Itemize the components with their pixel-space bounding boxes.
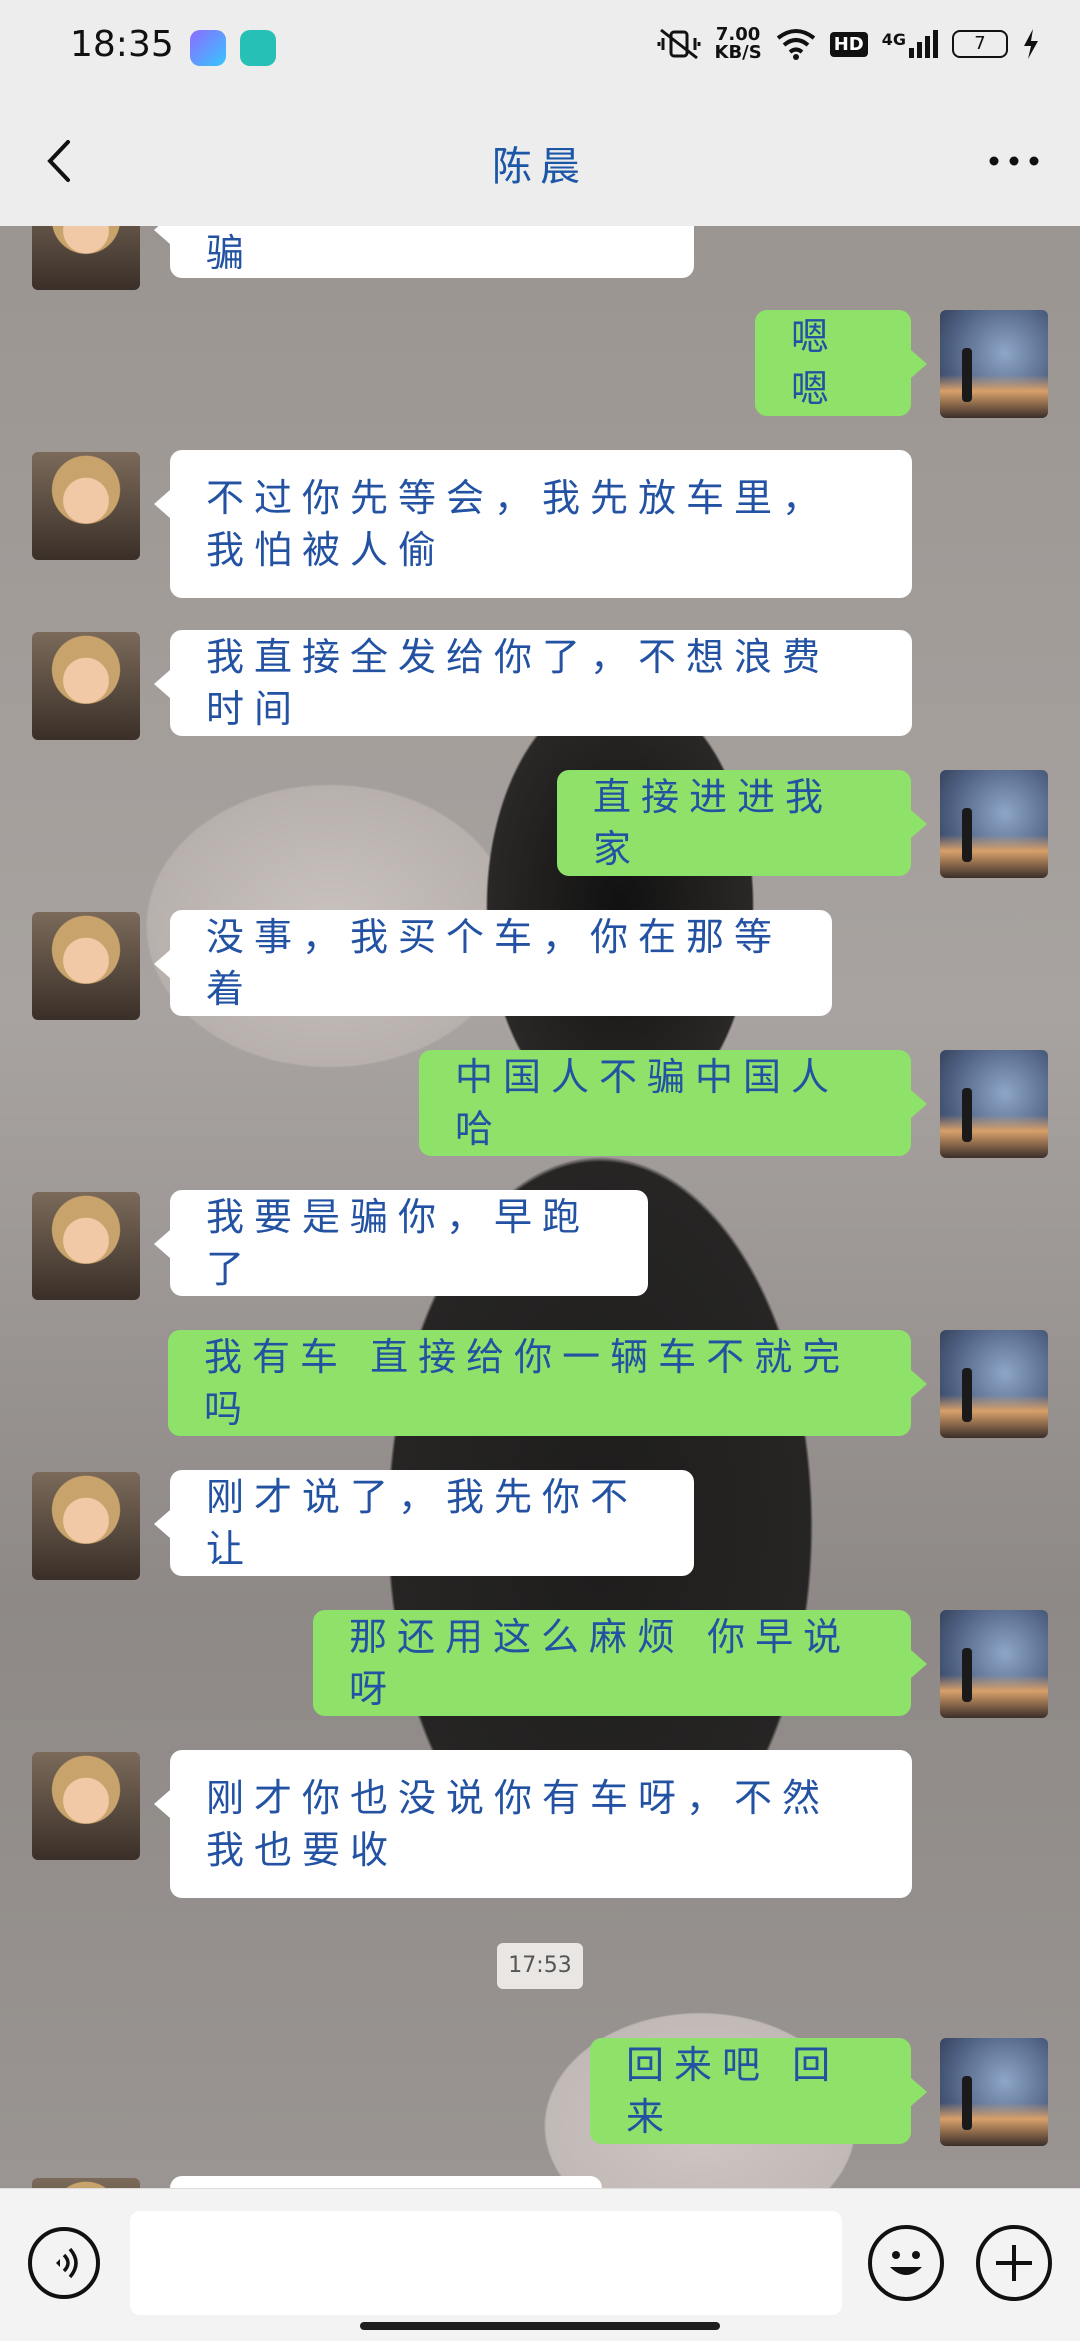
contact-avatar[interactable] xyxy=(32,1192,140,1300)
emoji-icon[interactable] xyxy=(868,2225,944,2301)
message-text: 那还用这么麻烦 你早说呀 xyxy=(349,1615,852,1711)
message-text: 刚才你也没说你有车呀，不然我也要收 xyxy=(206,1776,831,1872)
input-bar xyxy=(0,2188,1080,2341)
contact-avatar[interactable] xyxy=(32,912,140,1020)
home-indicator[interactable] xyxy=(360,2322,720,2330)
message-text: 大家都是中国人，不骗 xyxy=(206,231,255,275)
notification-chat-icon xyxy=(240,30,276,66)
message-bubble-incoming[interactable]: 没事，我买个车，你在那等着 xyxy=(154,910,832,1016)
message-text: 嗯嗯 xyxy=(791,315,840,411)
battery-indicator: 7 xyxy=(952,30,1008,58)
signal-label: 4G xyxy=(881,30,906,49)
message-bubble-incoming[interactable]: 不过你先等会，我先放车里，我怕被人偷 xyxy=(154,450,912,598)
timestamp-chip: 17:53 xyxy=(497,1943,583,1989)
message-bubble-incoming[interactable]: 刚才说了，我先你不让 xyxy=(154,1470,694,1576)
user-avatar[interactable] xyxy=(940,2038,1048,2146)
message-text: 我要是骗你，早跑了 xyxy=(206,1195,591,1291)
message-bubble-outgoing[interactable]: 那还用这么麻烦 你早说呀 xyxy=(313,1610,927,1716)
plus-icon[interactable] xyxy=(976,2225,1052,2301)
charging-icon xyxy=(1024,29,1038,59)
message-text: 不过你先等会，我先放车里，我怕被人偷 xyxy=(206,476,831,572)
message-bubble-incoming[interactable]: 大家都是中国人，不骗 xyxy=(154,226,694,278)
message-text: 没事，我买个车，你在那等着 xyxy=(206,915,783,1011)
user-avatar[interactable] xyxy=(940,1050,1048,1158)
status-right: 7.00 KB/S HD 4G 7 xyxy=(657,26,1041,62)
contact-avatar[interactable] xyxy=(32,1472,140,1580)
user-avatar[interactable] xyxy=(940,310,1048,418)
message-text: 我直接全发给你了，不想浪费时间 xyxy=(206,635,831,731)
message-bubble-incoming-partial[interactable] xyxy=(170,2176,602,2188)
contact-avatar[interactable] xyxy=(32,632,140,740)
vibrate-off-icon xyxy=(657,28,700,60)
net-speed: 7.00 KB/S xyxy=(715,26,762,62)
message-bubble-outgoing[interactable]: 我有车 直接给你一辆车不就完吗 xyxy=(168,1330,927,1436)
message-bubble-outgoing[interactable]: 直接进进我家 xyxy=(557,770,927,876)
user-avatar[interactable] xyxy=(940,1330,1048,1438)
message-bubble-outgoing[interactable]: 回来吧 回来 xyxy=(590,2038,927,2144)
user-avatar[interactable] xyxy=(940,1610,1048,1718)
wifi-icon xyxy=(776,29,815,60)
net-speed-unit: KB/S xyxy=(714,42,762,63)
contact-avatar[interactable] xyxy=(32,2178,140,2188)
message-bubble-incoming[interactable]: 刚才你也没说你有车呀，不然我也要收 xyxy=(154,1750,912,1898)
chat-area[interactable]: 大家都是中国人，不骗 嗯嗯 不过你先等会，我先放车里，我怕被人偷 我直接全发给你… xyxy=(0,226,1080,2188)
contact-avatar[interactable] xyxy=(32,452,140,560)
more-horizontal-icon[interactable] xyxy=(984,136,1044,186)
signal-indicator: 4G xyxy=(882,30,938,58)
message-text: 中国人不骗中国人哈 xyxy=(455,1055,840,1151)
voice-icon[interactable] xyxy=(28,2227,100,2299)
contact-avatar[interactable] xyxy=(32,1752,140,1860)
chat-title: 陈晨 xyxy=(492,144,588,190)
message-input[interactable] xyxy=(130,2211,842,2315)
message-bubble-outgoing[interactable]: 中国人不骗中国人哈 xyxy=(419,1050,927,1156)
message-bubble-incoming[interactable]: 我要是骗你，早跑了 xyxy=(154,1190,648,1296)
chat-header: 陈晨 xyxy=(0,96,1080,227)
message-bubble-outgoing[interactable]: 嗯嗯 xyxy=(755,310,927,416)
status-time: 18:35 xyxy=(70,24,174,65)
message-text: 直接进进我家 xyxy=(593,775,834,871)
hd-badge: HD xyxy=(829,31,868,57)
status-bar: 18:35 7.00 KB/S HD 4G 7 xyxy=(0,0,1080,96)
message-text: 刚才说了，我先你不让 xyxy=(206,1475,639,1571)
message-text: 我有车 直接给你一辆车不就完吗 xyxy=(204,1335,851,1431)
message-bubble-incoming[interactable]: 我直接全发给你了，不想浪费时间 xyxy=(154,630,912,736)
notification-app-icon xyxy=(190,30,226,66)
message-text: 回来吧 回来 xyxy=(626,2043,841,2139)
contact-avatar[interactable] xyxy=(32,226,140,290)
user-avatar[interactable] xyxy=(940,770,1048,878)
